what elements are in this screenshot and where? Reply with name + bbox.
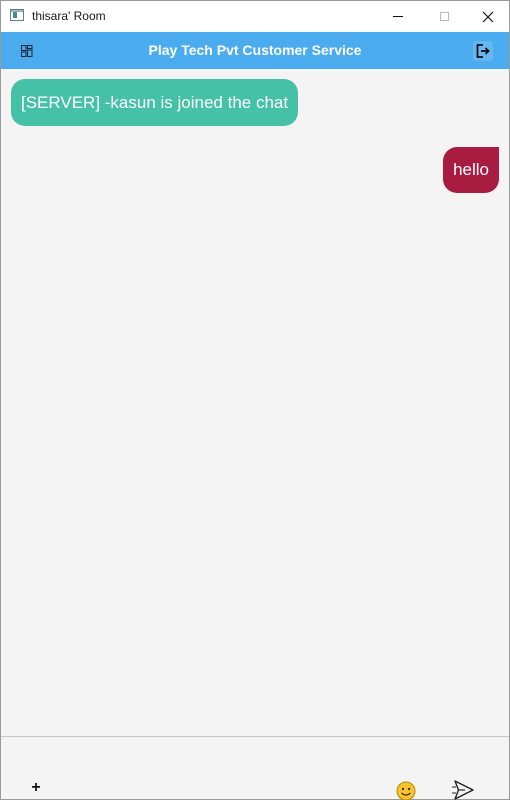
- page-title: Play Tech Pvt Customer Service: [148, 42, 362, 58]
- app-window: thisara' Room Play Tech Pvt Customer Ser…: [0, 0, 510, 800]
- send-button[interactable]: [451, 779, 475, 800]
- logout-button[interactable]: [473, 41, 493, 61]
- maximize-button[interactable]: [421, 1, 467, 32]
- close-button[interactable]: [465, 1, 510, 32]
- minimize-icon: [393, 16, 403, 17]
- window-title: thisara' Room: [32, 9, 106, 23]
- user-message-bubble: hello: [443, 147, 499, 193]
- chat-messages-area[interactable]: [SERVER] -kasun is joined the chat hello: [1, 69, 509, 736]
- minimize-button[interactable]: [375, 1, 421, 32]
- send-icon: [452, 780, 474, 800]
- message-text: hello: [453, 160, 489, 179]
- maximize-icon: [439, 12, 449, 21]
- close-icon: [482, 11, 494, 22]
- emoji-button[interactable]: [396, 781, 416, 800]
- attach-button[interactable]: +: [28, 780, 44, 796]
- app-header: Play Tech Pvt Customer Service: [1, 32, 509, 69]
- logout-icon: [476, 44, 490, 58]
- server-message-bubble: [SERVER] -kasun is joined the chat: [11, 79, 299, 126]
- title-bar: thisara' Room: [1, 1, 509, 32]
- app-window-icon: [10, 9, 24, 21]
- emoji-icon: [396, 781, 416, 800]
- message-input-bar: +: [1, 736, 509, 800]
- message-text: [SERVER] -kasun is joined the chat: [21, 92, 289, 112]
